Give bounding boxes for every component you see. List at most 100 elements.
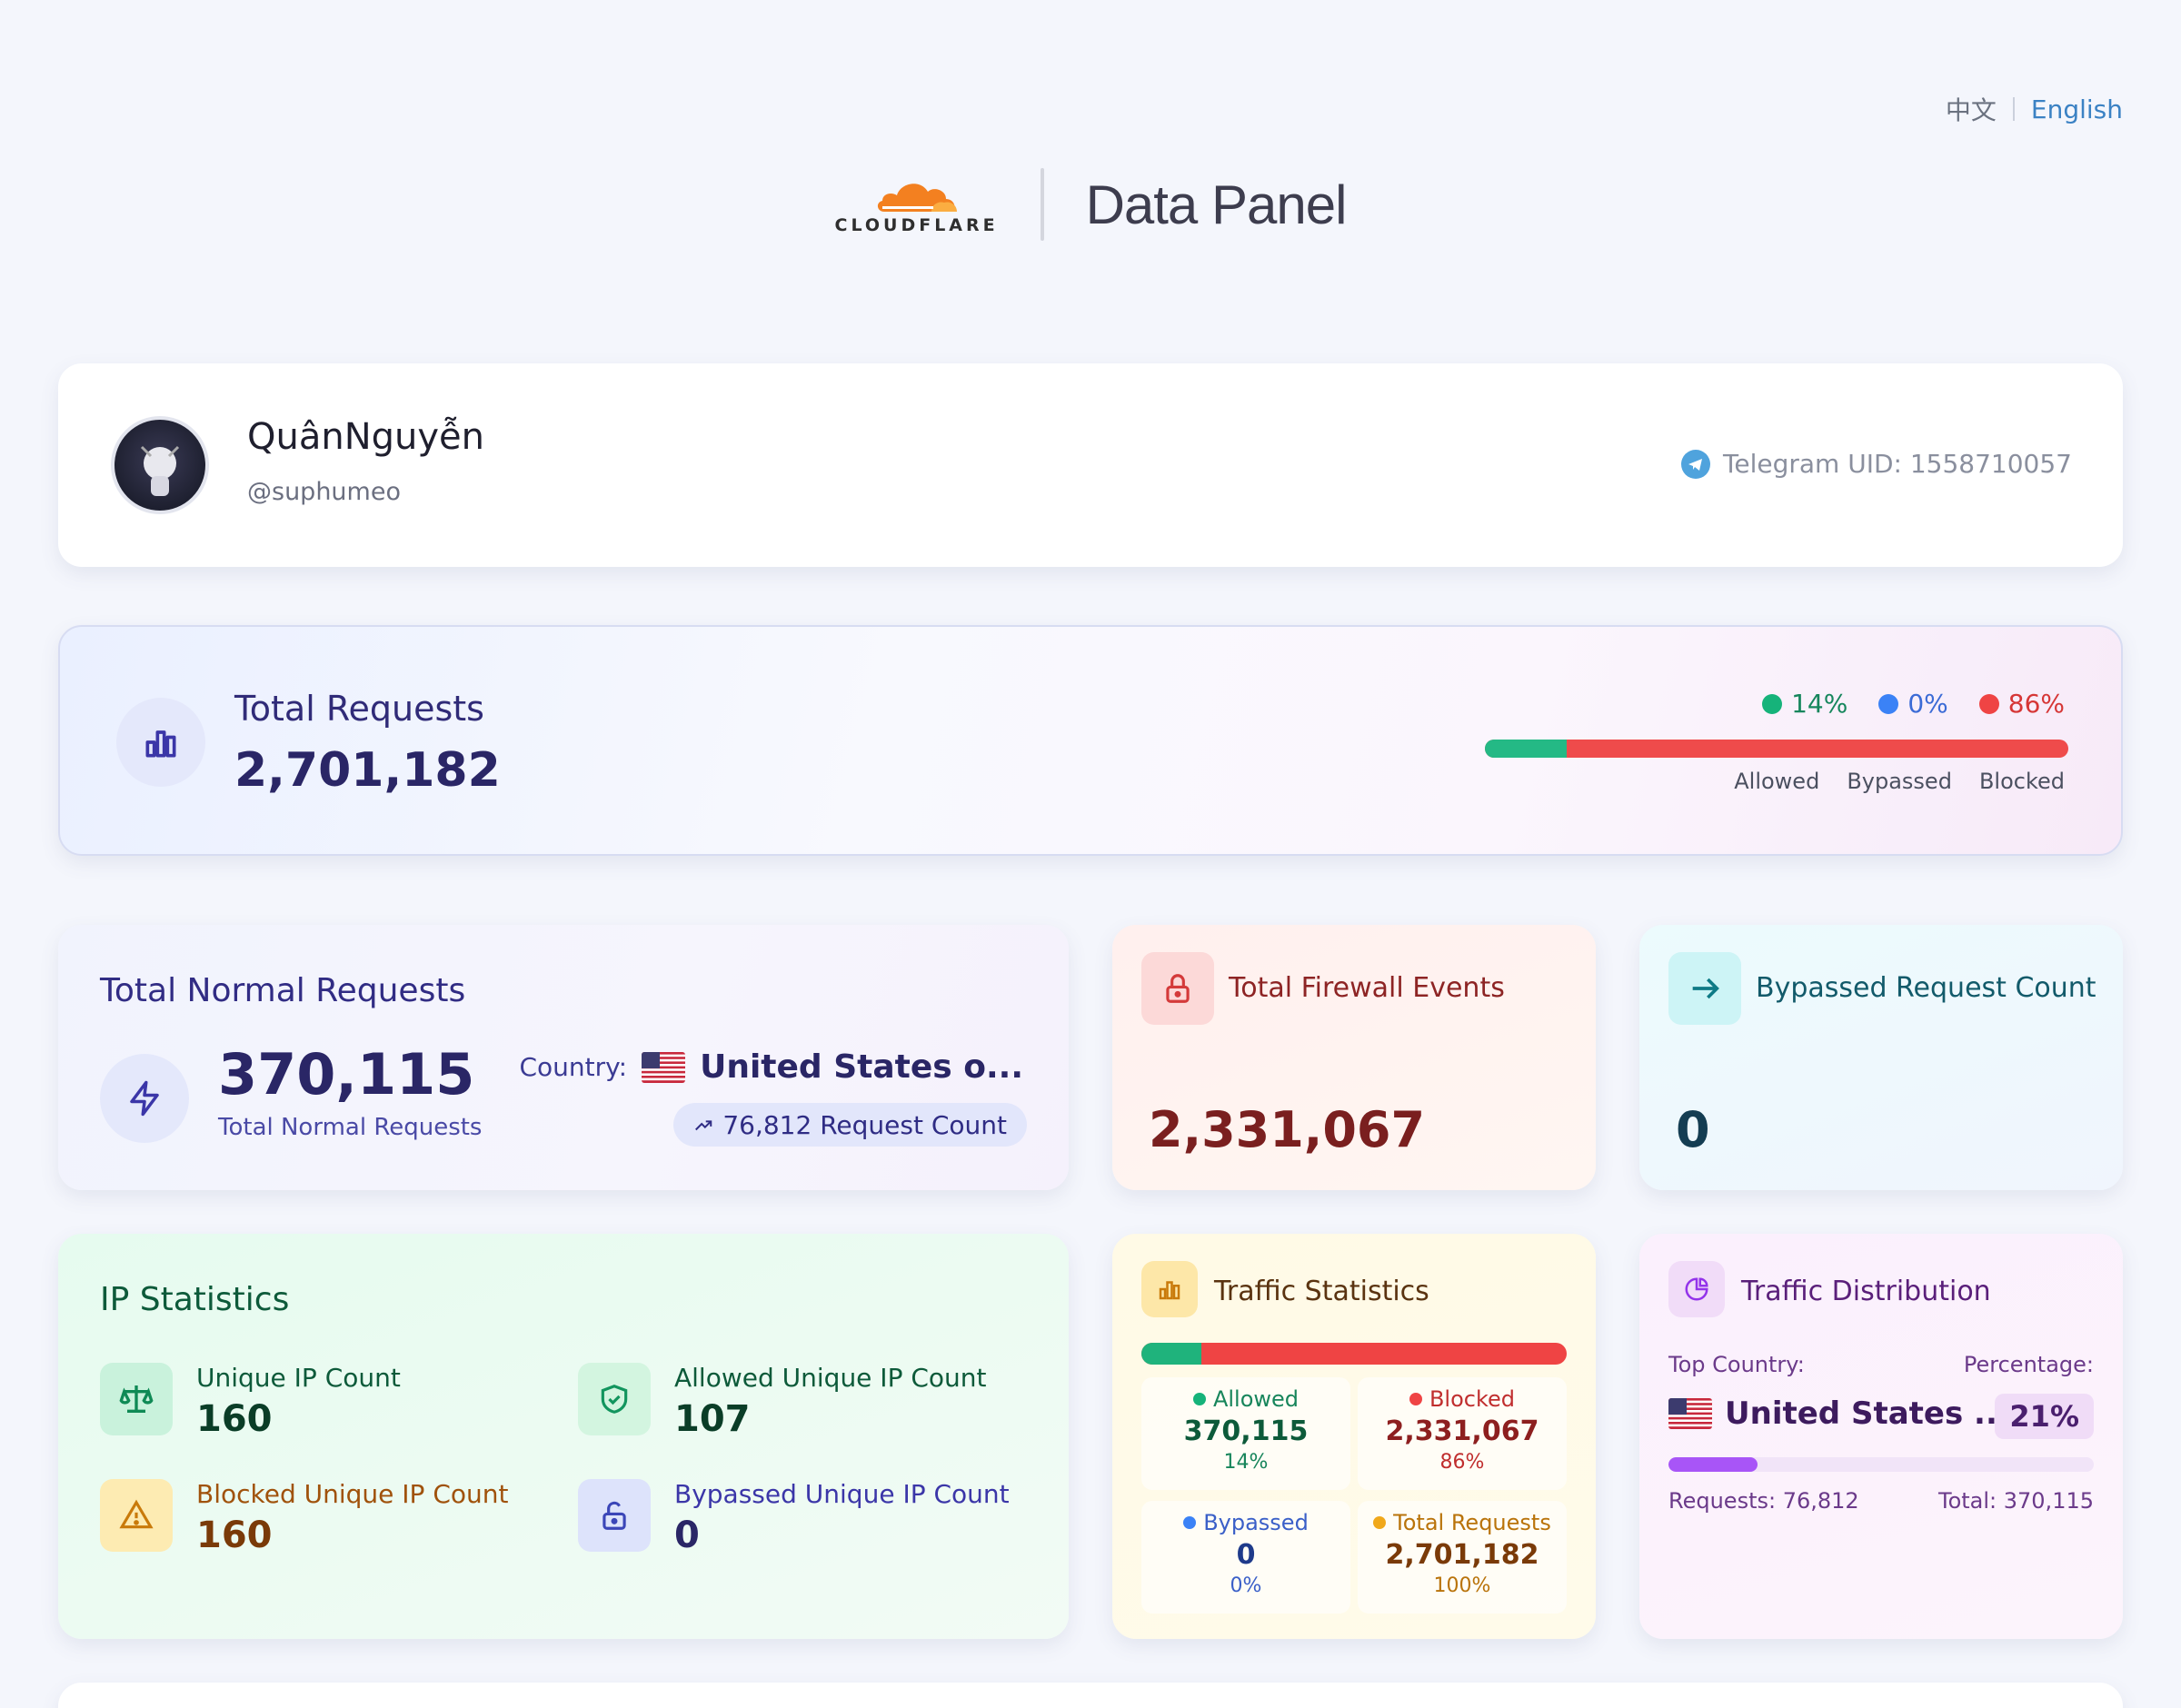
lang-zh-link[interactable]: 中文 [1946, 91, 1997, 127]
traffic-bypassed-pct: 0% [1230, 1574, 1262, 1597]
total-requests-label: Total Requests [234, 689, 484, 729]
traffic-blocked: Blocked 2,331,067 86% [1358, 1377, 1567, 1490]
traffic-total-value: 2,701,182 [1385, 1539, 1539, 1571]
traffic-distribution-card: Traffic Distribution Top Country: Percen… [1639, 1234, 2123, 1639]
bypassed-request-value: 0 [1676, 1101, 1710, 1158]
traffic-statistics-bar [1141, 1343, 1567, 1365]
traffic-total-label: Total Requests [1393, 1510, 1551, 1535]
traffic-total: Total Requests 2,701,182 100% [1358, 1501, 1567, 1614]
traffic-blocked-value: 2,331,067 [1385, 1415, 1539, 1447]
firewall-events-card: Total Firewall Events 2,331,067 [1112, 925, 1596, 1190]
total-requests-bar [1485, 740, 2068, 758]
unique-ip-stat: Unique IP Count 160 [100, 1363, 401, 1440]
country-name: United States o... [700, 1048, 1023, 1086]
traffic-bypassed-label: Bypassed [1203, 1510, 1309, 1535]
profile-card: QuânNguyễn @suphumeo Telegram UID: 15587… [58, 363, 2123, 567]
profile-name: QuânNguyễn [247, 416, 484, 458]
traffic-allowed-pct: 14% [1223, 1451, 1269, 1474]
allowed-unique-ip-value: 107 [674, 1398, 751, 1440]
total-requests-card: Total Requests 2,701,182 14% 0% 86% Allo… [58, 625, 2123, 856]
page-header: CLOUDFLARE Data Panel [0, 164, 2181, 245]
top-country-percentage: 21% [1995, 1394, 2094, 1439]
bypassed-request-card: Bypassed Request Count 0 [1639, 925, 2123, 1190]
normal-requests-title: Total Normal Requests [100, 972, 466, 1009]
traffic-total-pct: 100% [1433, 1574, 1491, 1597]
traffic-allowed-value: 370,115 [1183, 1415, 1309, 1447]
us-flag-icon [642, 1051, 686, 1083]
traffic-bypassed-value: 0 [1236, 1539, 1256, 1571]
bar-chart-icon [1141, 1261, 1198, 1317]
request-count-badge: 76,812 Request Count [673, 1103, 1027, 1147]
scale-icon [100, 1363, 173, 1435]
total-requests-value: 2,701,182 [234, 743, 501, 798]
firewall-events-value: 2,331,067 [1149, 1101, 1426, 1158]
page-title: Data Panel [1085, 174, 1348, 235]
lightning-icon [100, 1054, 189, 1143]
request-count-text: 76,812 Request Count [722, 1109, 1007, 1140]
legend-bypassed: 0% [1878, 689, 1948, 719]
firewall-events-title: Total Firewall Events [1229, 972, 1505, 1004]
lang-en-link[interactable]: English [2031, 94, 2123, 124]
distribution-total: Total: 370,115 [1937, 1488, 2094, 1514]
distribution-bar-fill [1668, 1457, 1758, 1472]
blocked-unique-ip-label: Blocked Unique IP Count [196, 1479, 509, 1509]
bar-label-blocked: Blocked [1978, 769, 2065, 794]
bar-chart-icon [116, 698, 205, 787]
traffic-statistics-card: Traffic Statistics Allowed 370,115 14% B… [1112, 1234, 1596, 1639]
total-requests-legend: 14% 0% 86% [1762, 689, 2065, 719]
normal-requests-country: Country: United States o... [519, 1048, 1023, 1086]
traffic-bar-allowed [1141, 1343, 1201, 1365]
traffic-allowed-label: Allowed [1212, 1386, 1300, 1412]
legend-blocked: 86% [1978, 689, 2065, 719]
profile-handle: @suphumeo [247, 478, 401, 506]
bar-segment-allowed [1485, 740, 1567, 758]
traffic-blocked-pct: 86% [1439, 1451, 1485, 1474]
normal-requests-card: Total Normal Requests 370,115 Total Norm… [58, 925, 1069, 1190]
telegram-icon [1681, 449, 1710, 479]
lang-divider [2012, 97, 2015, 121]
lock-icon [1141, 952, 1214, 1025]
header-divider [1040, 168, 1044, 241]
top-country: United States ... [1668, 1395, 2009, 1432]
traffic-bypassed: Bypassed 0 0% [1141, 1501, 1350, 1614]
bypassed-unique-ip-value: 0 [674, 1514, 700, 1556]
cloud-icon [877, 184, 957, 212]
total-requests-bar-labels: Allowed Bypassed Blocked [1734, 769, 2065, 794]
unique-ip-value: 160 [196, 1398, 273, 1440]
bar-label-bypassed: Bypassed [1847, 769, 1952, 794]
telegram-uid-text: Telegram UID: 1558710057 [1723, 449, 2072, 479]
warning-icon [100, 1479, 173, 1552]
traffic-blocked-label: Blocked [1429, 1386, 1516, 1412]
shield-check-icon [578, 1363, 651, 1435]
ip-statistics-card: IP Statistics Unique IP Count 160 Allowed… [58, 1234, 1069, 1639]
traffic-allowed: Allowed 370,115 14% [1141, 1377, 1350, 1490]
blocked-unique-ip-value: 160 [196, 1514, 273, 1556]
normal-requests-value: 370,115 [218, 1041, 475, 1107]
top-country-name: United States ... [1725, 1395, 2009, 1432]
allowed-unique-ip-label: Allowed Unique IP Count [674, 1363, 987, 1393]
traffic-statistics-title: Traffic Statistics [1214, 1276, 1429, 1307]
language-switch: 中文 English [1946, 91, 2123, 127]
distribution-requests: Requests: 76,812 [1668, 1488, 1859, 1514]
avatar [111, 416, 209, 514]
unlock-icon [578, 1479, 651, 1552]
bypassed-unique-ip-stat: Bypassed Unique IP Count 0 [578, 1479, 1010, 1556]
telegram-uid: Telegram UID: 1558710057 [1681, 449, 2072, 479]
normal-requests-sub: Total Normal Requests [218, 1114, 483, 1141]
distribution-bar [1668, 1457, 2094, 1472]
pie-chart-icon [1668, 1261, 1725, 1317]
bar-label-allowed: Allowed [1734, 769, 1820, 794]
brand-wordmark: CLOUDFLARE [834, 215, 999, 235]
bypassed-unique-ip-label: Bypassed Unique IP Count [674, 1479, 1010, 1509]
unique-ip-label: Unique IP Count [196, 1363, 401, 1393]
blocked-unique-ip-stat: Blocked Unique IP Count 160 [100, 1479, 509, 1556]
avatar-image [140, 445, 180, 496]
cloudflare-logo: CLOUDFLARE [835, 174, 999, 235]
percentage-label: Percentage: [1963, 1352, 2094, 1377]
country-label: Country: [519, 1052, 628, 1082]
us-flag-icon [1668, 1398, 1712, 1429]
top-country-label: Top Country: [1668, 1352, 1805, 1377]
legend-allowed: 14% [1762, 689, 1847, 719]
traffic-distribution-title: Traffic Distribution [1741, 1276, 1991, 1307]
bypassed-request-title: Bypassed Request Count [1756, 972, 2096, 1004]
